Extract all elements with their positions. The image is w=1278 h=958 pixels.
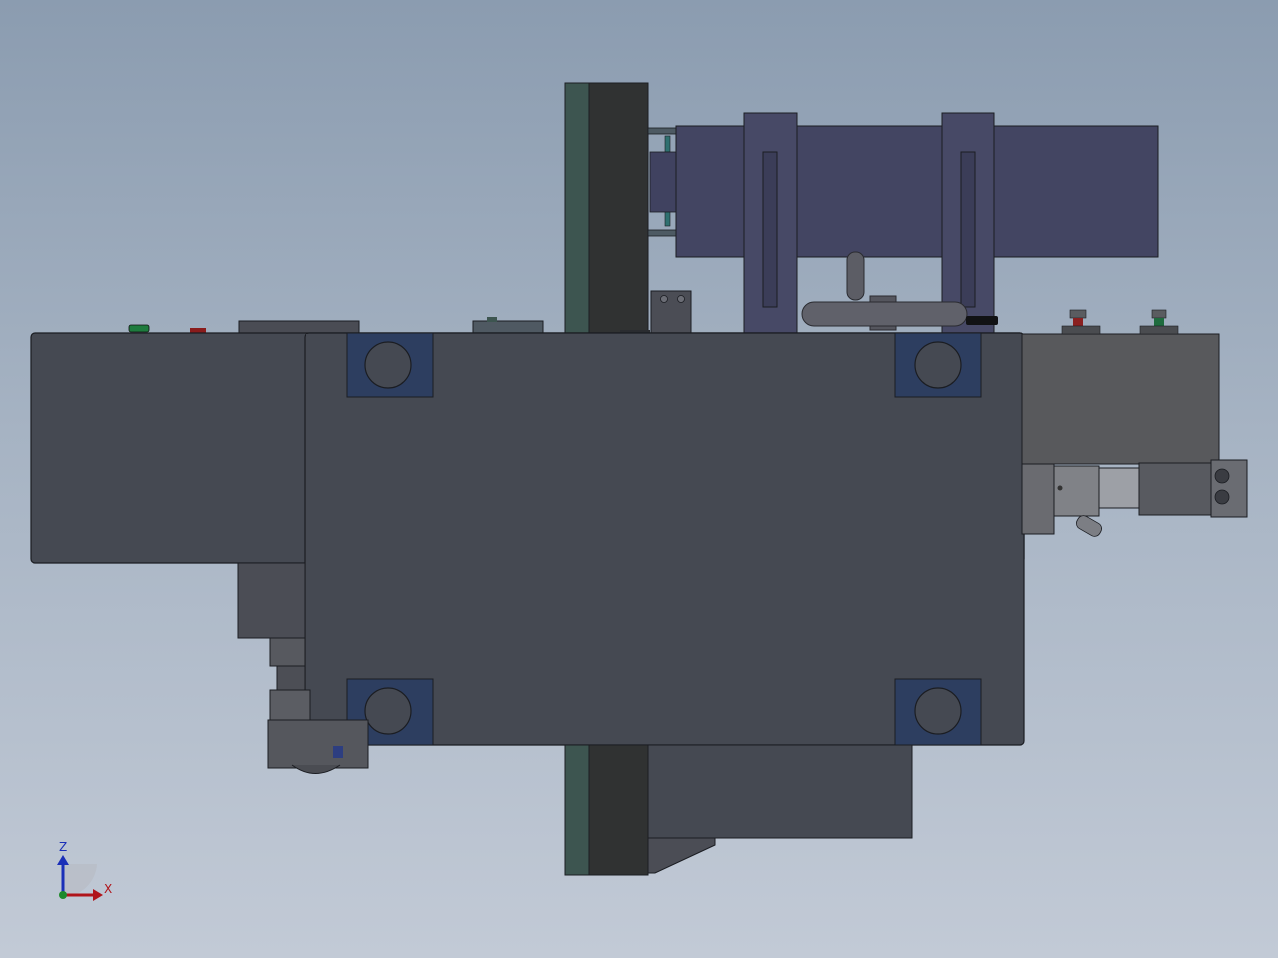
top-indicator-parts — [128, 317, 544, 335]
servo-connector-assembly[interactable] — [1021, 459, 1248, 539]
guide-rods — [647, 127, 679, 237]
bearing-block-bottom-right[interactable] — [894, 678, 982, 746]
triad-z-label: Z — [59, 840, 67, 854]
vertical-mounting-plate[interactable] — [564, 82, 649, 336]
model-viewport[interactable]: Z X — [0, 0, 1278, 958]
bearing-block-top-left[interactable] — [346, 332, 434, 398]
bottom-plate-assembly[interactable] — [564, 744, 913, 876]
triad-x-label: X — [104, 882, 112, 896]
main-housing[interactable] — [30, 332, 1025, 746]
right-gearbox[interactable] — [1021, 309, 1220, 465]
bearing-block-top-right[interactable] — [894, 332, 982, 398]
orientation-triad: Z X — [57, 840, 112, 901]
